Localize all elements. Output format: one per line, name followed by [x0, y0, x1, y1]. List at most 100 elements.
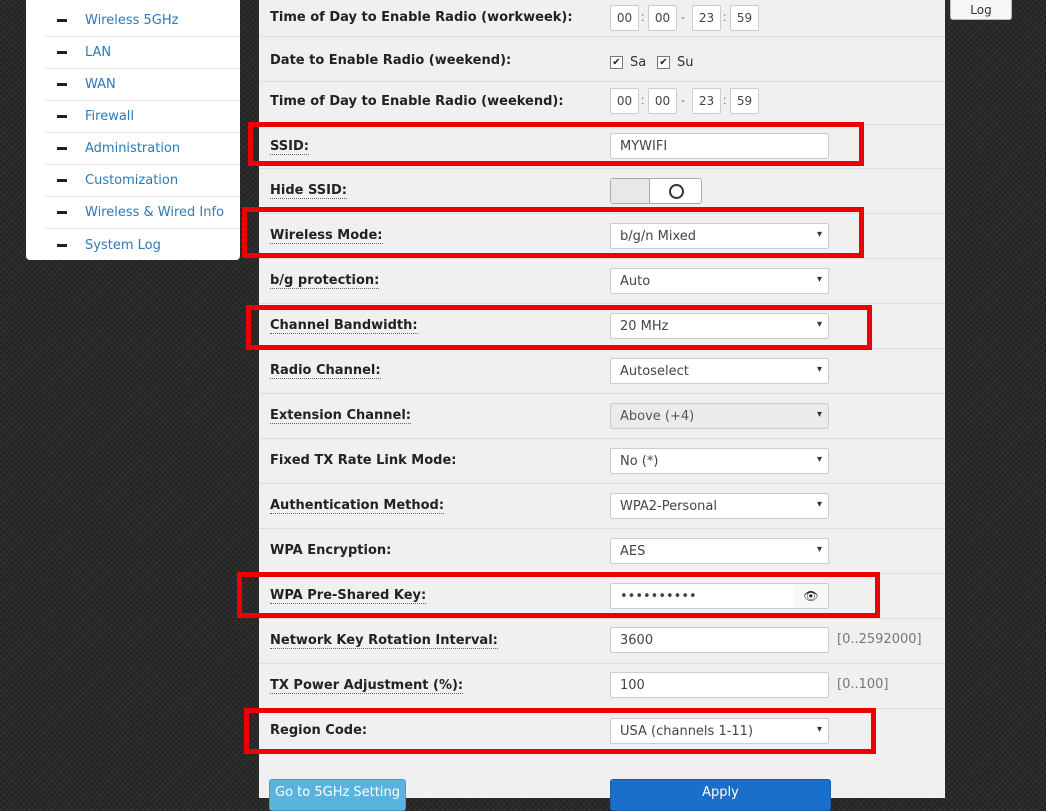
- wireless-settings-form: Time of Day to Enable Radio (workweek): …: [259, 0, 945, 811]
- sidebar-item-customization[interactable]: Customization: [46, 165, 240, 197]
- sidebar-item-lan[interactable]: LAN: [46, 37, 240, 69]
- sidebar-item-label: Customization: [85, 173, 179, 188]
- extension-channel-label: Extension Channel:: [270, 408, 412, 424]
- extension-channel-value: Above (+4): [620, 408, 695, 424]
- sidebar-item-wan[interactable]: WAN: [46, 69, 240, 101]
- sidebar-item-label: LAN: [85, 45, 112, 60]
- dash-icon: [57, 51, 67, 54]
- highlight-wpa-psk: [237, 572, 880, 618]
- check-icon: ✔: [657, 56, 670, 69]
- weekend-start-hour-input[interactable]: 00: [610, 88, 639, 114]
- sidebar-menu: Wireless 5GHz LAN WAN Firewall Administr…: [26, 0, 240, 260]
- toggle-knob: [611, 179, 650, 203]
- auth-method-label: Authentication Method:: [270, 498, 445, 514]
- row-extension-channel: Extension Channel: Above (+4) ▾: [259, 394, 945, 439]
- workweek-end-hour-input[interactable]: 23: [692, 5, 721, 31]
- highlight-channel-bandwidth: [246, 305, 872, 350]
- sidebar-item-label: Administration: [85, 141, 181, 156]
- row-tx-power: TX Power Adjustment (%): 100 [0..100]: [259, 664, 945, 709]
- sidebar-item-label: Wireless 5GHz: [85, 13, 179, 28]
- sidebar-item-wireless-5ghz[interactable]: Wireless 5GHz: [46, 5, 240, 37]
- extension-channel-select: Above (+4) ▾: [610, 403, 829, 429]
- dash-icon: [57, 147, 67, 150]
- key-rotation-label: Network Key Rotation Interval:: [270, 633, 498, 649]
- chevron-down-icon: ▾: [816, 274, 822, 285]
- checkbox-sunday-label: Su: [677, 55, 694, 70]
- row-radio-channel: Radio Channel: Autoselect ▾: [259, 349, 945, 394]
- dash-icon: [57, 243, 67, 247]
- log-button[interactable]: Log: [950, 0, 1012, 20]
- key-rotation-hint: [0..2592000]: [837, 632, 922, 647]
- sidebar-item-firewall[interactable]: Firewall: [46, 101, 240, 133]
- row-fixed-tx: Fixed TX Rate Link Mode: No (*) ▾: [259, 439, 945, 484]
- fixed-tx-value: No (*): [620, 453, 659, 469]
- sidebar-item-label: System Log: [85, 237, 161, 253]
- tx-power-hint: [0..100]: [837, 677, 889, 692]
- time-weekend-label: Time of Day to Enable Radio (weekend):: [270, 94, 564, 109]
- toggle-off-icon: [669, 184, 684, 199]
- weekend-end-minute-input[interactable]: 59: [730, 88, 759, 114]
- chevron-down-icon: ▾: [816, 499, 822, 510]
- weekend-start-minute-input[interactable]: 00: [648, 88, 677, 114]
- row-wpa-encryption: WPA Encryption: AES ▾: [259, 529, 945, 574]
- row-bg-protection: b/g protection: Auto ▾: [259, 259, 945, 304]
- key-rotation-input[interactable]: 3600: [610, 627, 829, 653]
- highlight-wireless-mode: [242, 207, 864, 258]
- dash-icon: [57, 179, 67, 182]
- checkbox-saturday-label: Sa: [630, 55, 647, 70]
- row-date-weekend: Date to Enable Radio (weekend): ✔ Sa ✔ Su: [259, 37, 945, 82]
- workweek-start-hour-input[interactable]: 00: [610, 5, 639, 31]
- time-colon: :: [641, 10, 645, 24]
- dash-icon: [57, 115, 67, 118]
- wpa-encryption-select[interactable]: AES ▾: [610, 538, 829, 564]
- workweek-end-minute-input[interactable]: 59: [730, 5, 759, 31]
- chevron-down-icon: ▾: [816, 544, 822, 555]
- time-colon: :: [641, 93, 645, 107]
- row-time-weekend: Time of Day to Enable Radio (weekend): 0…: [259, 82, 945, 125]
- workweek-start-minute-input[interactable]: 00: [648, 5, 677, 31]
- time-colon: :: [723, 93, 727, 107]
- wpa-encryption-value: AES: [620, 543, 646, 559]
- checkbox-sunday[interactable]: ✔ Su: [657, 55, 694, 70]
- goto-5ghz-button[interactable]: Go to 5GHz Setting: [269, 779, 406, 811]
- checkbox-saturday[interactable]: ✔ Sa: [610, 55, 646, 70]
- time-colon: :: [723, 10, 727, 24]
- bg-protection-select[interactable]: Auto ▾: [610, 268, 829, 294]
- radio-channel-select[interactable]: Autoselect ▾: [610, 358, 829, 384]
- row-time-workweek: Time of Day to Enable Radio (workweek): …: [259, 0, 945, 37]
- hide-ssid-toggle[interactable]: [610, 178, 702, 204]
- hide-ssid-label: Hide SSID:: [270, 183, 347, 199]
- check-icon: ✔: [610, 56, 623, 69]
- row-auth-method: Authentication Method: WPA2-Personal ▾: [259, 484, 945, 529]
- sidebar-item-administration[interactable]: Administration: [46, 133, 240, 165]
- fixed-tx-label: Fixed TX Rate Link Mode:: [270, 453, 457, 468]
- date-weekend-label: Date to Enable Radio (weekend):: [270, 53, 512, 68]
- time-dash: -: [681, 10, 685, 24]
- chevron-down-icon: ▾: [816, 409, 822, 420]
- sidebar-item-label: WAN: [85, 77, 116, 92]
- chevron-down-icon: ▾: [816, 364, 822, 375]
- auth-method-value: WPA2-Personal: [620, 498, 717, 514]
- dash-icon: [57, 83, 67, 86]
- radio-channel-label: Radio Channel:: [270, 363, 381, 379]
- bg-protection-label: b/g protection:: [270, 273, 380, 289]
- wpa-encryption-label: WPA Encryption:: [270, 543, 392, 558]
- sidebar-item-system-log[interactable]: System Log: [46, 229, 240, 261]
- chevron-down-icon: ▾: [816, 454, 822, 465]
- sidebar-item-label: Firewall: [85, 109, 135, 124]
- highlight-region-code: [244, 708, 876, 754]
- sidebar-item-wireless-wired-info[interactable]: Wireless & Wired Info: [46, 197, 240, 229]
- dash-icon: [57, 211, 67, 214]
- auth-method-select[interactable]: WPA2-Personal ▾: [610, 493, 829, 519]
- tx-power-input[interactable]: 100: [610, 672, 829, 698]
- radio-channel-value: Autoselect: [620, 363, 689, 379]
- apply-button[interactable]: Apply: [610, 779, 831, 811]
- sidebar-item-label: Wireless & Wired Info: [85, 205, 225, 220]
- fixed-tx-select[interactable]: No (*) ▾: [610, 448, 829, 474]
- highlight-ssid: [248, 122, 864, 166]
- time-workweek-label: Time of Day to Enable Radio (workweek):: [270, 10, 573, 25]
- bg-protection-value: Auto: [620, 273, 651, 289]
- time-dash: -: [681, 93, 685, 107]
- tx-power-label: TX Power Adjustment (%):: [270, 678, 464, 694]
- weekend-end-hour-input[interactable]: 23: [692, 88, 721, 114]
